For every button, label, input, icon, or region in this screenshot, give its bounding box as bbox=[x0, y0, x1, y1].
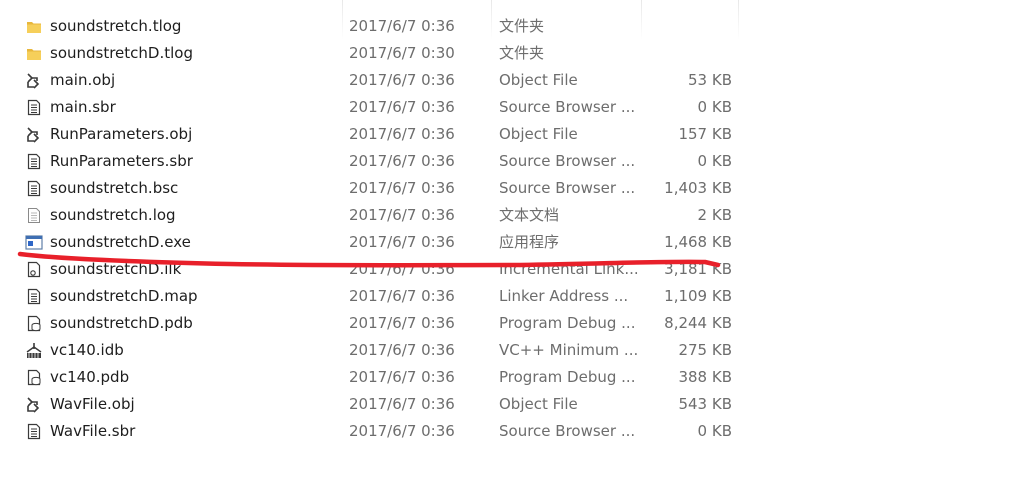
file-type: Program Debug ... bbox=[499, 368, 636, 386]
file-list: soundstretch.tlog 2017/6/7 0:36 文件夹 soundst… bbox=[0, 0, 1009, 445]
file-date-modified: 2017/6/7 0:36 bbox=[349, 71, 455, 89]
file-size: 1,468 KB bbox=[664, 233, 732, 251]
file-name[interactable]: main.obj bbox=[50, 67, 335, 94]
document-icon bbox=[25, 175, 43, 202]
folder-icon bbox=[25, 40, 43, 67]
file-size: 2 KB bbox=[697, 206, 732, 224]
file-type: 文件夹 bbox=[499, 44, 545, 62]
file-name[interactable]: soundstretchD.pdb bbox=[50, 310, 335, 337]
file-date-modified: 2017/6/7 0:36 bbox=[349, 368, 455, 386]
file-type: Incremental Link... bbox=[499, 260, 639, 278]
file-type: Program Debug ... bbox=[499, 314, 636, 332]
file-date-modified: 2017/6/7 0:36 bbox=[349, 125, 455, 143]
file-name[interactable]: soundstretch.tlog bbox=[50, 13, 335, 40]
file-size: 3,181 KB bbox=[664, 260, 732, 278]
file-rows: soundstretch.tlog 2017/6/7 0:36 文件夹 soundst… bbox=[0, 13, 1009, 445]
file-type: 应用程序 bbox=[499, 233, 560, 251]
document-icon bbox=[25, 94, 43, 121]
file-size bbox=[640, 13, 732, 40]
file-type: Object File bbox=[499, 71, 578, 89]
file-size: 8,244 KB bbox=[664, 314, 732, 332]
object-file-icon bbox=[25, 67, 43, 94]
file-name[interactable]: RunParameters.sbr bbox=[50, 148, 335, 175]
file-date-modified: 2017/6/7 0:36 bbox=[349, 17, 455, 35]
file-row[interactable]: soundstretchD.tlog 2017/6/7 0:30 文件夹 bbox=[0, 40, 1009, 67]
file-type: Object File bbox=[499, 395, 578, 413]
file-size: 0 KB bbox=[697, 98, 732, 116]
link-file-icon bbox=[25, 256, 43, 283]
file-row[interactable]: main.obj 2017/6/7 0:36 Object File 53 KB bbox=[0, 67, 1009, 94]
file-date-modified: 2017/6/7 0:36 bbox=[349, 422, 455, 440]
idb-file-icon bbox=[25, 337, 43, 364]
file-date-modified: 2017/6/7 0:36 bbox=[349, 341, 455, 359]
file-size: 0 KB bbox=[697, 152, 732, 170]
debug-database-icon bbox=[25, 310, 43, 337]
file-row[interactable]: WavFile.obj 2017/6/7 0:36 Object File 543 K… bbox=[0, 391, 1009, 418]
file-type: Source Browser ... bbox=[499, 179, 636, 197]
file-type: Object File bbox=[499, 125, 578, 143]
file-row[interactable]: soundstretchD.exe 2017/6/7 0:36 应用程序 1,468 … bbox=[0, 229, 1009, 256]
file-name[interactable]: vc140.pdb bbox=[50, 364, 335, 391]
file-name[interactable]: soundstretch.log bbox=[50, 202, 335, 229]
file-type: Source Browser ... bbox=[499, 152, 636, 170]
file-type: 文本文档 bbox=[499, 206, 560, 224]
file-size bbox=[640, 40, 732, 67]
file-size: 275 KB bbox=[678, 341, 732, 359]
file-name[interactable]: soundstretchD.tlog bbox=[50, 40, 335, 67]
file-date-modified: 2017/6/7 0:36 bbox=[349, 314, 455, 332]
application-icon bbox=[25, 229, 43, 256]
file-date-modified: 2017/6/7 0:30 bbox=[349, 44, 455, 62]
file-row[interactable]: RunParameters.obj 2017/6/7 0:36 Object Fil… bbox=[0, 121, 1009, 148]
file-row[interactable]: soundstretch.bsc 2017/6/7 0:36 Source Brow… bbox=[0, 175, 1009, 202]
file-row[interactable]: soundstretch.log 2017/6/7 0:36 文本文档 2 KB bbox=[0, 202, 1009, 229]
file-size: 1,109 KB bbox=[664, 287, 732, 305]
file-row[interactable]: soundstretch.tlog 2017/6/7 0:36 文件夹 bbox=[0, 13, 1009, 40]
file-date-modified: 2017/6/7 0:36 bbox=[349, 179, 455, 197]
file-size: 157 KB bbox=[678, 125, 732, 143]
file-date-modified: 2017/6/7 0:36 bbox=[349, 233, 455, 251]
file-name[interactable]: RunParameters.obj bbox=[50, 121, 335, 148]
file-name[interactable]: main.sbr bbox=[50, 94, 335, 121]
file-row[interactable]: vc140.idb 2017/6/7 0:36 VC++ Minimum ... 27… bbox=[0, 337, 1009, 364]
file-row[interactable]: soundstretchD.ilk 2017/6/7 0:36 Incrementa… bbox=[0, 256, 1009, 283]
object-file-icon bbox=[25, 121, 43, 148]
file-name[interactable]: soundstretchD.map bbox=[50, 283, 335, 310]
file-size: 1,403 KB bbox=[664, 179, 732, 197]
file-name[interactable]: WavFile.sbr bbox=[50, 418, 335, 445]
file-date-modified: 2017/6/7 0:36 bbox=[349, 152, 455, 170]
document-icon bbox=[25, 283, 43, 310]
file-row[interactable]: RunParameters.sbr 2017/6/7 0:36 Source Bro… bbox=[0, 148, 1009, 175]
document-icon bbox=[25, 148, 43, 175]
debug-database-icon bbox=[25, 364, 43, 391]
file-type: Linker Address ... bbox=[499, 287, 629, 305]
file-date-modified: 2017/6/7 0:36 bbox=[349, 287, 455, 305]
file-type: 文件夹 bbox=[499, 17, 545, 35]
file-size: 543 KB bbox=[678, 395, 732, 413]
file-row[interactable]: main.sbr 2017/6/7 0:36 Source Browser ... 0… bbox=[0, 94, 1009, 121]
file-name[interactable]: soundstretchD.ilk bbox=[50, 256, 335, 283]
file-size: 388 KB bbox=[678, 368, 732, 386]
document-icon bbox=[25, 418, 43, 445]
file-row[interactable]: vc140.pdb 2017/6/7 0:36 Program Debug ... 3… bbox=[0, 364, 1009, 391]
file-name[interactable]: WavFile.obj bbox=[50, 391, 335, 418]
file-row[interactable]: soundstretchD.pdb 2017/6/7 0:36 Program De… bbox=[0, 310, 1009, 337]
file-name[interactable]: soundstretchD.exe bbox=[50, 229, 335, 256]
file-date-modified: 2017/6/7 0:36 bbox=[349, 260, 455, 278]
file-type: VC++ Minimum ... bbox=[499, 341, 639, 359]
file-type: Source Browser ... bbox=[499, 422, 636, 440]
file-type: Source Browser ... bbox=[499, 98, 636, 116]
file-name[interactable]: vc140.idb bbox=[50, 337, 335, 364]
file-date-modified: 2017/6/7 0:36 bbox=[349, 98, 455, 116]
file-date-modified: 2017/6/7 0:36 bbox=[349, 206, 455, 224]
file-name[interactable]: soundstretch.bsc bbox=[50, 175, 335, 202]
folder-icon bbox=[25, 13, 43, 40]
file-date-modified: 2017/6/7 0:36 bbox=[349, 395, 455, 413]
text-file-icon bbox=[25, 202, 43, 229]
file-size: 53 KB bbox=[688, 71, 732, 89]
file-row[interactable]: soundstretchD.map 2017/6/7 0:36 Linker Add… bbox=[0, 283, 1009, 310]
object-file-icon bbox=[25, 391, 43, 418]
file-row[interactable]: WavFile.sbr 2017/6/7 0:36 Source Browser .… bbox=[0, 418, 1009, 445]
file-size: 0 KB bbox=[697, 422, 732, 440]
